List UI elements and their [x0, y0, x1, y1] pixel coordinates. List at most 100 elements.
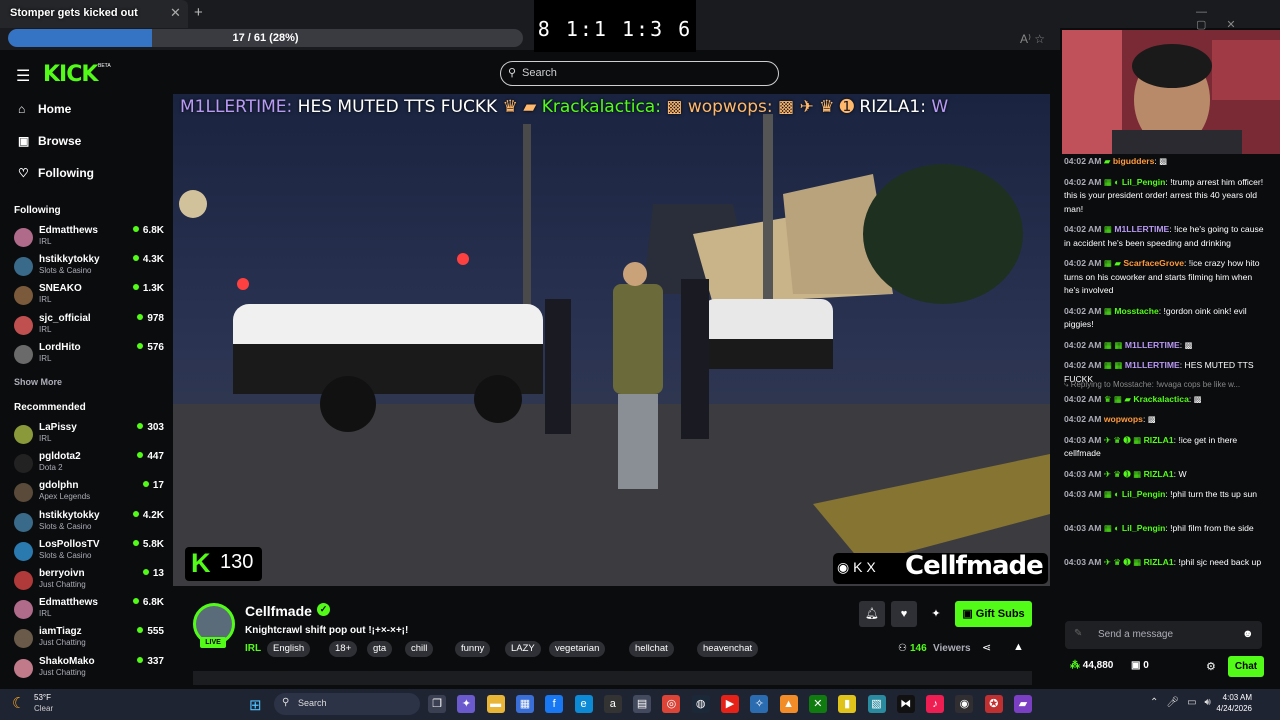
chat-settings-icon[interactable]: ⚙ [1206, 660, 1216, 673]
stream-tag[interactable]: LAZY [505, 641, 541, 657]
chat-username[interactable]: M1LLERTIME [1125, 360, 1180, 370]
calculator-icon[interactable]: ▤ [633, 695, 652, 713]
xbox-icon[interactable]: ✕ [808, 695, 827, 713]
channel-name: gdolphn [39, 480, 79, 492]
video-player[interactable] [173, 94, 1050, 586]
emote-picker-icon[interactable]: ☻ [1242, 628, 1254, 640]
chat-username[interactable]: Lil_Pengin [1122, 177, 1165, 187]
channel-item[interactable]: ShakoMako Just Chatting 337 [14, 656, 164, 684]
steam-icon[interactable]: ◍ [691, 695, 710, 713]
stream-tag[interactable]: vegetarian [549, 641, 606, 657]
reader-and-favorite-icons[interactable]: A⁾ ☆ [1020, 32, 1045, 46]
youtube-icon[interactable]: ▶ [721, 695, 739, 713]
channel-item[interactable]: berryoivn Just Chatting 13 [14, 568, 164, 596]
channel-item[interactable]: Edmatthews IRL 6.8K [14, 597, 164, 625]
chat-username[interactable]: M1LLERTIME [1125, 340, 1180, 350]
chrome-icon[interactable]: ◎ [662, 695, 681, 713]
channel-item[interactable]: gdolphn Apex Legends 17 [14, 480, 164, 508]
chat-message: 04:02 AM ▦ ▰ ScarfaceGrove: !ice crazy h… [1064, 257, 1264, 298]
capcut-icon[interactable]: ⧓ [896, 695, 915, 713]
stream-tag[interactable]: chill [405, 641, 434, 657]
channel-item[interactable]: hstikkytokky Slots & Casino 4.2K [14, 510, 164, 538]
channel-item[interactable]: LaPissy IRL 303 [14, 422, 164, 450]
channel-item[interactable]: SNEAKO IRL 1.3K [14, 283, 164, 311]
chat-send-button[interactable]: Chat [1228, 656, 1264, 677]
facebook-icon[interactable]: f [545, 695, 564, 713]
webcam-overlay [1062, 30, 1280, 156]
folder-icon[interactable]: ▬ [486, 695, 505, 713]
stream-tag[interactable]: heavenchat [697, 641, 759, 657]
kick-logo[interactable]: KICK [43, 62, 98, 87]
channel-viewers: 303 [137, 422, 164, 433]
chat-username[interactable]: M1LLERTIME [1114, 224, 1169, 234]
follow-heart-icon[interactable]: ♥ [891, 601, 917, 627]
taskview-icon[interactable]: ❐ [428, 695, 446, 713]
edge-icon[interactable]: e [574, 695, 593, 713]
app4-icon[interactable]: ▰ [1014, 695, 1032, 713]
share-icon[interactable]: ⋖ [982, 641, 991, 654]
app3-icon[interactable]: ✪ [984, 695, 1003, 713]
gift-box-icon: ▣ [1131, 660, 1144, 671]
windows-start-icon[interactable]: ⊞ [249, 696, 262, 714]
stream-tag[interactable]: English [267, 641, 311, 657]
chat-username[interactable]: Lil_Pengin [1122, 523, 1165, 533]
stream-tag[interactable]: 18+ [329, 641, 358, 657]
app2-icon[interactable]: ▧ [867, 695, 886, 713]
new-tab-icon[interactable]: + [194, 4, 203, 21]
sparkle-icon[interactable]: ✦ [923, 601, 949, 627]
chat-username[interactable]: wopwops [1104, 414, 1143, 424]
channel-item[interactable]: hstikkytokky Slots & Casino 4.3K [14, 254, 164, 282]
hamburger-menu-icon[interactable]: ☰ [16, 66, 30, 86]
channel-name: Edmatthews [39, 225, 98, 236]
system-tray-icons[interactable]: ⌃🎤︎▭🔊︎ [1150, 697, 1219, 708]
streamer-name[interactable]: Cellfmade [245, 603, 312, 619]
amazon-icon[interactable]: a [603, 695, 622, 713]
store-icon[interactable]: ▦ [515, 695, 534, 713]
moon-weather-icon[interactable]: ☾ [12, 694, 25, 712]
app-icon[interactable]: ✧ [750, 695, 769, 713]
stream-category[interactable]: IRL [245, 643, 261, 654]
live-dot-icon [132, 284, 139, 291]
copilot-icon[interactable]: ✦ [457, 695, 476, 713]
chat-timestamp: 04:02 AM [1064, 156, 1102, 166]
nav-browse[interactable]: ▣ Browse [18, 134, 81, 148]
obs-icon[interactable]: ◉ [955, 695, 974, 713]
channel-points[interactable]: ⁂ 44,880 [1070, 660, 1113, 671]
chat-username[interactable]: RIZLA1 [1144, 435, 1174, 445]
channel-item[interactable]: LosPollosTV Slots & Casino 5.8K [14, 539, 164, 567]
nav-following[interactable]: ♡ Following [18, 166, 94, 180]
vlc-icon[interactable]: ▲ [779, 695, 798, 713]
chat-username[interactable]: ScarfaceGrove [1123, 258, 1184, 268]
stream-tag[interactable]: hellchat [629, 641, 674, 657]
channel-item[interactable]: iamTiagz Just Chatting 555 [14, 626, 164, 654]
chat-username[interactable]: Krackalactica [1133, 394, 1188, 404]
chat-username[interactable]: Mosstache [1114, 306, 1158, 316]
taskbar-search[interactable] [274, 693, 420, 715]
show-more-link[interactable]: Show More [14, 377, 62, 387]
channel-item[interactable]: Edmatthews IRL 6.8K [14, 225, 164, 253]
stream-tag[interactable]: funny [455, 641, 491, 657]
channel-name: LaPissy [39, 422, 77, 433]
report-icon[interactable]: ▲ [1013, 641, 1024, 653]
stream-tag[interactable]: gta [367, 641, 393, 657]
channel-item[interactable]: pgldota2 Dota 2 447 [14, 451, 164, 479]
channel-viewer-count: 4.2K [142, 509, 164, 521]
chat-username[interactable]: RIZLA1 [1144, 557, 1174, 567]
gift-counter[interactable]: ▣ 0 [1131, 660, 1149, 671]
notification-bell-icon[interactable]: 🔔︎ [859, 601, 885, 627]
channel-viewers: 17 [142, 480, 164, 491]
tab-close-icon[interactable]: ✕ [170, 5, 181, 21]
channel-item[interactable]: sjc_official IRL 978 [14, 313, 164, 341]
channel-item[interactable]: LordHito IRL 576 [14, 342, 164, 370]
tiktok-icon[interactable]: ♪ [926, 695, 945, 713]
gift-subs-button[interactable]: ▣ Gift Subs [955, 601, 1032, 627]
notes-icon[interactable]: ▮ [838, 695, 857, 713]
overlay-viewer-count: 130 [220, 551, 254, 573]
nav-home[interactable]: ⌂ Home [18, 102, 71, 116]
chat-badges-icon: ✈ ♛ ➊ ▦ [1103, 557, 1142, 567]
chat-username[interactable]: bigudders [1113, 156, 1155, 166]
chat-timestamp: 04:02 AM [1064, 360, 1102, 370]
chat-username[interactable]: Lil_Pengin [1122, 489, 1165, 499]
chat-username[interactable]: RIZLA1 [1144, 469, 1174, 479]
window-controls[interactable]: —▢✕ [1196, 6, 1280, 31]
